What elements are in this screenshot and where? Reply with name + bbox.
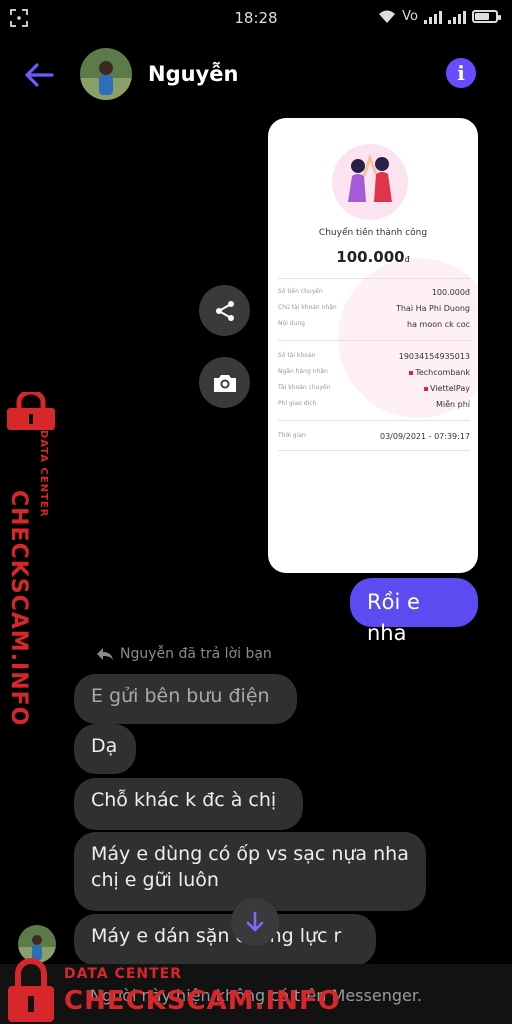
status-indicators: Vo: [378, 9, 501, 24]
lock-icon: [7, 392, 55, 430]
status-bar: 18:28 Vo: [0, 0, 512, 36]
receipt-row: Ngân hàng nhận Techcombank: [278, 368, 470, 377]
camera-button[interactable]: [199, 357, 250, 408]
incoming-message[interactable]: Dạ: [74, 724, 136, 774]
receipt-image-message[interactable]: Chuyển tiền thành công 100.000đ Số tiền …: [268, 118, 478, 573]
receipt-amount: 100.000đ: [336, 248, 410, 266]
share-icon: [215, 300, 234, 321]
checkscam-side-watermark: DATA CENTER CHECKSCAM.INFO: [3, 392, 59, 726]
checkscam-bottom-watermark: DATA CENTER CHECKSCAM.INFO: [4, 956, 340, 1024]
receipt-row: Số tiền chuyển 100.000đ: [278, 288, 470, 297]
divider: [278, 420, 470, 421]
receipt-row: Số tài khoản 19034154935013: [278, 352, 470, 361]
share-button[interactable]: [199, 285, 250, 336]
back-arrow-icon[interactable]: [22, 58, 56, 92]
viettelpay-watermark: [338, 258, 478, 418]
battery-icon: [472, 10, 501, 23]
receipt-title: Chuyển tiền thành công: [318, 228, 428, 238]
watermark-subtitle: DATA CENTER: [38, 430, 49, 518]
receipt-row: Nội dung ha moon ck coc: [278, 320, 470, 329]
signal-icon: [424, 10, 442, 24]
receipt-row: Thời gian 03/09/2021 - 07:39:17: [278, 432, 470, 441]
receipt-row: Phí giao dịch Miễn phí: [278, 400, 470, 409]
contact-avatar[interactable]: [80, 48, 132, 100]
watermark-brand: CHECKSCAM.INFO: [6, 490, 31, 727]
network-label: Vo: [402, 9, 418, 24]
reply-icon: [97, 648, 113, 660]
receipt-row: Tài khoản chuyển ViettelPay: [278, 384, 470, 393]
receipt-row: Chủ tài khoản nhận Thai Ha Phi Duong: [278, 304, 470, 313]
outgoing-message[interactable]: Rồi e nha: [350, 578, 478, 645]
watermark-brand: CHECKSCAM.INFO: [64, 986, 341, 1016]
watermark-subtitle: DATA CENTER: [64, 966, 182, 982]
divider: [278, 450, 470, 451]
receipt-illustration: [332, 144, 408, 220]
divider: [278, 278, 470, 279]
viettelpay-icon: [424, 386, 429, 391]
techcombank-icon: [409, 370, 414, 375]
reply-note: Nguyễn đã trả lời bạn: [96, 646, 272, 662]
lock-icon: [8, 958, 54, 1022]
reply-note-text: Nguyễn đã trả lời bạn: [120, 646, 272, 662]
chat-header: Nguyễn i: [0, 44, 512, 108]
info-icon[interactable]: i: [446, 58, 476, 88]
incoming-message[interactable]: E gửi bên bưu điện: [74, 674, 297, 724]
camera-icon: [213, 374, 236, 392]
signal-icon-2: [448, 10, 466, 24]
scroll-to-bottom-button[interactable]: [231, 898, 279, 946]
divider: [278, 340, 470, 341]
arrow-down-icon: [246, 911, 264, 932]
incoming-message[interactable]: Chỗ khác k đc à chị: [74, 778, 303, 830]
contact-name[interactable]: Nguyễn: [148, 62, 238, 86]
wifi-icon: [379, 10, 396, 23]
